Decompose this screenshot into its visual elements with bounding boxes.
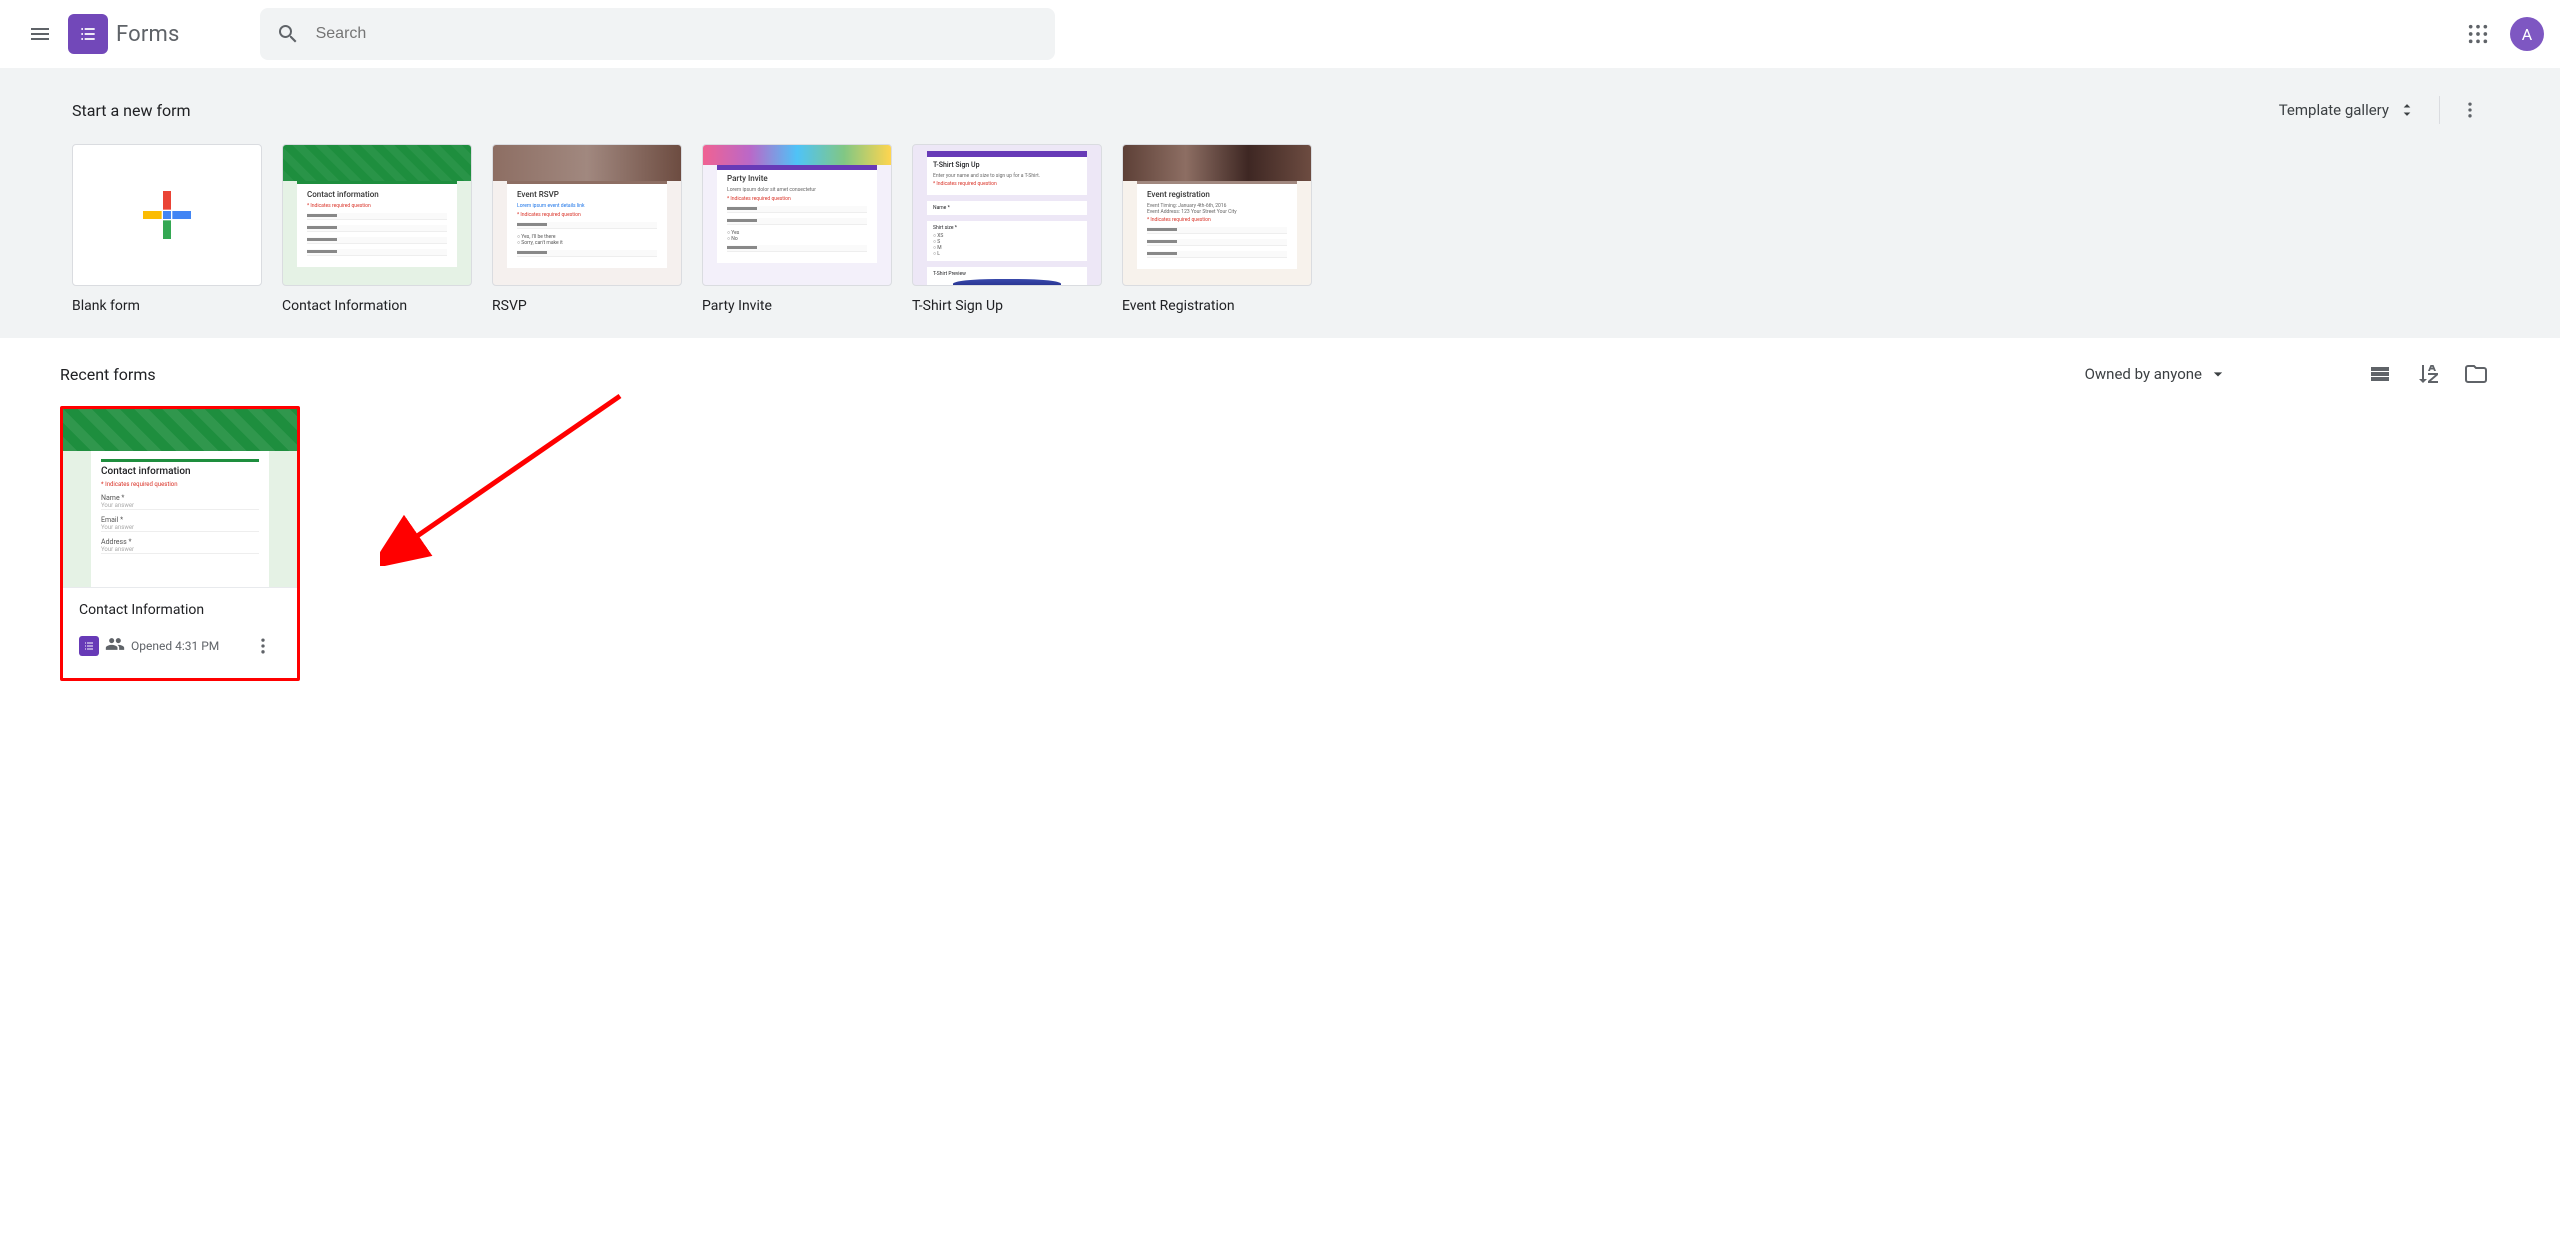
templates-more-button[interactable] [2452, 92, 2488, 128]
template-label: Contact Information [282, 298, 472, 314]
app-header: Forms A [0, 0, 2560, 68]
template-blank[interactable]: Blank form [72, 144, 262, 314]
opened-timestamp: Opened 4:31 PM [131, 639, 219, 653]
main-menu-button[interactable] [16, 10, 64, 58]
open-file-picker-button[interactable] [2464, 362, 2488, 386]
app-name: Forms [116, 22, 180, 47]
search-icon [276, 22, 300, 46]
template-rsvp[interactable]: Event RSVP Lorem ipsum event details lin… [492, 144, 682, 314]
owner-filter-label: Owned by anyone [2085, 365, 2202, 383]
list-view-button[interactable] [2368, 362, 2392, 386]
hamburger-icon [28, 22, 52, 46]
template-party-invite[interactable]: Party Invite Lorem ipsum dolor sit amet … [702, 144, 892, 314]
avatar-initial: A [2522, 25, 2532, 44]
plus-icon [135, 183, 199, 247]
shared-icon [105, 634, 125, 658]
templates-section-title: Start a new form [72, 101, 191, 120]
kebab-icon [253, 636, 273, 656]
folder-icon [2464, 362, 2488, 386]
sort-button[interactable] [2416, 362, 2440, 386]
owner-filter-dropdown[interactable]: Owned by anyone [2085, 364, 2228, 384]
template-gallery-button[interactable]: Template gallery [2269, 94, 2427, 126]
search-bar[interactable] [260, 8, 1055, 60]
recent-section-title: Recent forms [60, 365, 156, 384]
account-avatar[interactable]: A [2510, 17, 2544, 51]
logo-area[interactable]: Forms [68, 14, 180, 54]
recent-item-more-button[interactable] [245, 628, 281, 664]
dropdown-arrow-icon [2208, 364, 2228, 384]
template-label: Event Registration [1122, 298, 1312, 314]
template-gallery-label: Template gallery [2279, 101, 2389, 119]
template-label: Party Invite [702, 298, 892, 314]
templates-section: Start a new form Template gallery Blank … [0, 68, 2560, 338]
recent-thumbnail: Contact information * Indicates required… [63, 409, 297, 587]
template-label: T-Shirt Sign Up [912, 298, 1102, 314]
google-apps-button[interactable] [2454, 10, 2502, 58]
kebab-icon [2460, 100, 2480, 120]
apps-grid-icon [2467, 23, 2489, 45]
search-input[interactable] [316, 25, 1039, 43]
recent-form-name: Contact Information [79, 602, 281, 618]
template-event-registration[interactable]: Event registration Event Timing: January… [1122, 144, 1312, 314]
template-tshirt-signup[interactable]: T-Shirt Sign Up Enter your name and size… [912, 144, 1102, 314]
forms-logo-icon [68, 14, 108, 54]
recent-card-0[interactable]: Contact information * Indicates required… [60, 406, 300, 681]
unfold-icon [2397, 100, 2417, 120]
templates-row: Blank form Contact information * Indicat… [0, 144, 2560, 314]
recent-section: Recent forms Owned by anyone Co [0, 338, 2560, 705]
list-view-icon [2368, 362, 2392, 386]
separator [2439, 96, 2440, 124]
forms-file-icon [79, 636, 99, 656]
template-label: RSVP [492, 298, 682, 314]
template-contact-information[interactable]: Contact information * Indicates required… [282, 144, 472, 314]
sort-az-icon [2416, 362, 2440, 386]
template-label: Blank form [72, 298, 262, 314]
